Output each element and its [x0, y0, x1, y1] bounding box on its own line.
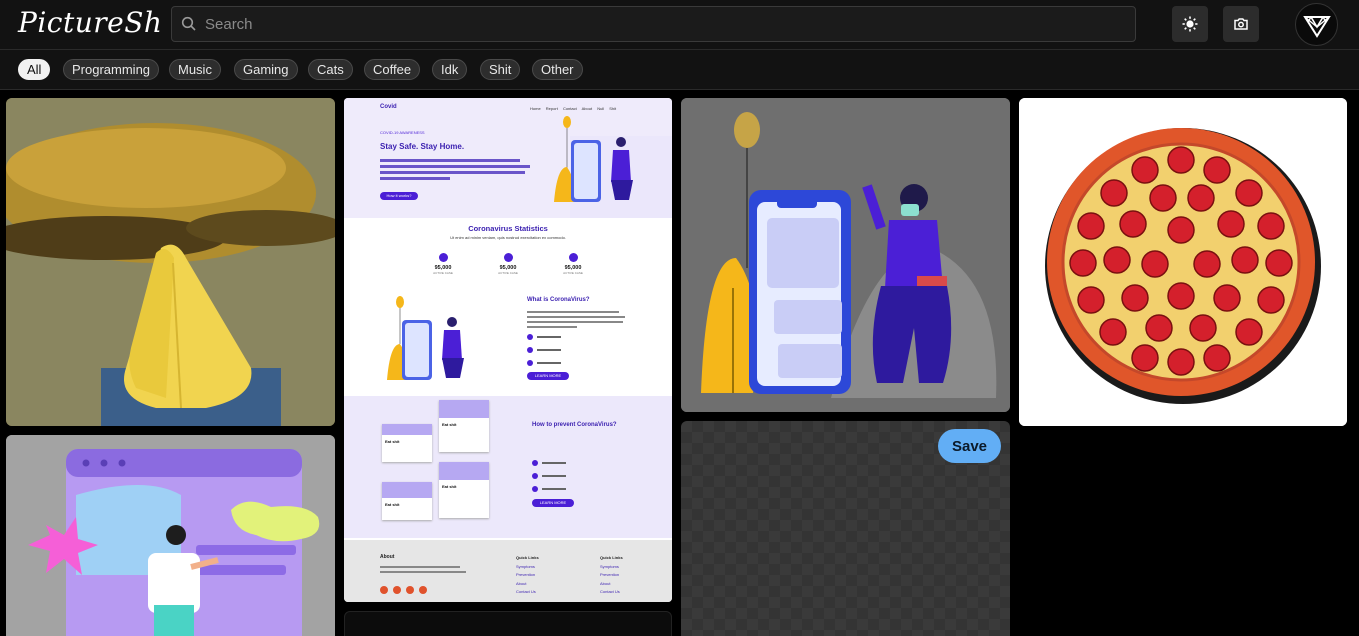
hero-title: Stay Safe. Stay Home. [380, 142, 465, 151]
image-card-praying-hands[interactable] [6, 98, 335, 426]
footer-links-col: Quick Links Symptoms Prevention About Co… [516, 555, 539, 594]
stat-item: 95,000 ACTIVE CASE [432, 253, 454, 275]
stats-title: Coronavirus Statistics [468, 224, 548, 233]
category-chip-idk[interactable]: Idk [432, 59, 468, 80]
top-bar: PictureSh [0, 0, 1359, 50]
category-bar: All Programming Music Gaming Cats Coffee… [0, 50, 1359, 90]
geometric-logo-icon [1302, 15, 1331, 38]
praying-hands-image [6, 98, 335, 426]
theme-toggle-button[interactable] [1172, 6, 1208, 42]
hero-button: How it works? [380, 192, 418, 200]
footer-lorem [380, 566, 470, 573]
prevent-card: Eat shit [439, 400, 489, 452]
hero-kicker: COVID-19 AWARENESS [380, 130, 425, 135]
prevent-card: Eat shit [439, 462, 489, 518]
developer-illustration-image [6, 435, 335, 636]
webpage-brand: Covid [380, 104, 397, 110]
what-lorem [527, 311, 627, 328]
prevent-card: Eat shit [382, 424, 432, 462]
stat-item: 95,000 ACTIVE CASE [497, 253, 519, 275]
save-button[interactable]: Save [938, 429, 1001, 463]
image-card-covid-webpage[interactable]: Covid Home Report Contact About Null Shi… [344, 98, 672, 602]
category-chip-all[interactable]: All [18, 59, 51, 80]
footer-about: About [380, 554, 395, 560]
what-checklist [527, 334, 561, 366]
what-illustration [387, 296, 464, 380]
image-card-developer-illustration[interactable] [6, 435, 335, 636]
footer-social [380, 586, 427, 594]
search-bar[interactable] [171, 6, 1136, 42]
stats-subtitle: Ut enim ad minim veniam, quis nostrud ex… [450, 235, 566, 240]
hero-lorem [380, 159, 530, 180]
user-avatar[interactable] [1295, 3, 1338, 46]
search-icon [181, 16, 196, 31]
category-chip-music[interactable]: Music [169, 59, 221, 80]
category-chip-programming[interactable]: Programming [63, 59, 160, 80]
camera-icon [1234, 18, 1248, 30]
footer-links-col: Quick Links Symptoms Prevention About Co… [600, 555, 623, 594]
category-chip-other[interactable]: Other [532, 59, 583, 80]
pizza-image [1019, 98, 1347, 426]
hero-illustration [554, 116, 633, 202]
image-card-covid-illustration[interactable] [681, 98, 1010, 412]
search-input[interactable] [205, 15, 1105, 33]
sun-icon [1182, 16, 1198, 32]
image-card-pattern[interactable]: Save [681, 421, 1010, 636]
prevent-card: Eat shit [382, 482, 432, 520]
webpage-nav: Home Report Contact About Null Shit [530, 106, 617, 111]
image-card-dark[interactable] [344, 611, 672, 636]
learn-more-button: LEARN MORE [532, 499, 574, 507]
category-chip-shit[interactable]: Shit [480, 59, 521, 80]
category-chip-gaming[interactable]: Gaming [234, 59, 298, 80]
category-chip-cats[interactable]: Cats [308, 59, 353, 80]
prevent-checklist [532, 460, 566, 492]
covid-illustration-image [681, 98, 1010, 412]
category-chip-coffee[interactable]: Coffee [364, 59, 421, 80]
upload-button[interactable] [1223, 6, 1259, 42]
app-logo[interactable]: PictureSh [18, 6, 162, 39]
learn-more-button: LEARN MORE [527, 372, 569, 380]
what-title: What is CoronaVirus? [527, 297, 590, 303]
prevent-title: How to prevent CoronaVirus? [532, 422, 617, 428]
image-card-pizza[interactable] [1019, 98, 1347, 426]
stat-item: 95,000 ACTIVE CASE [562, 253, 584, 275]
